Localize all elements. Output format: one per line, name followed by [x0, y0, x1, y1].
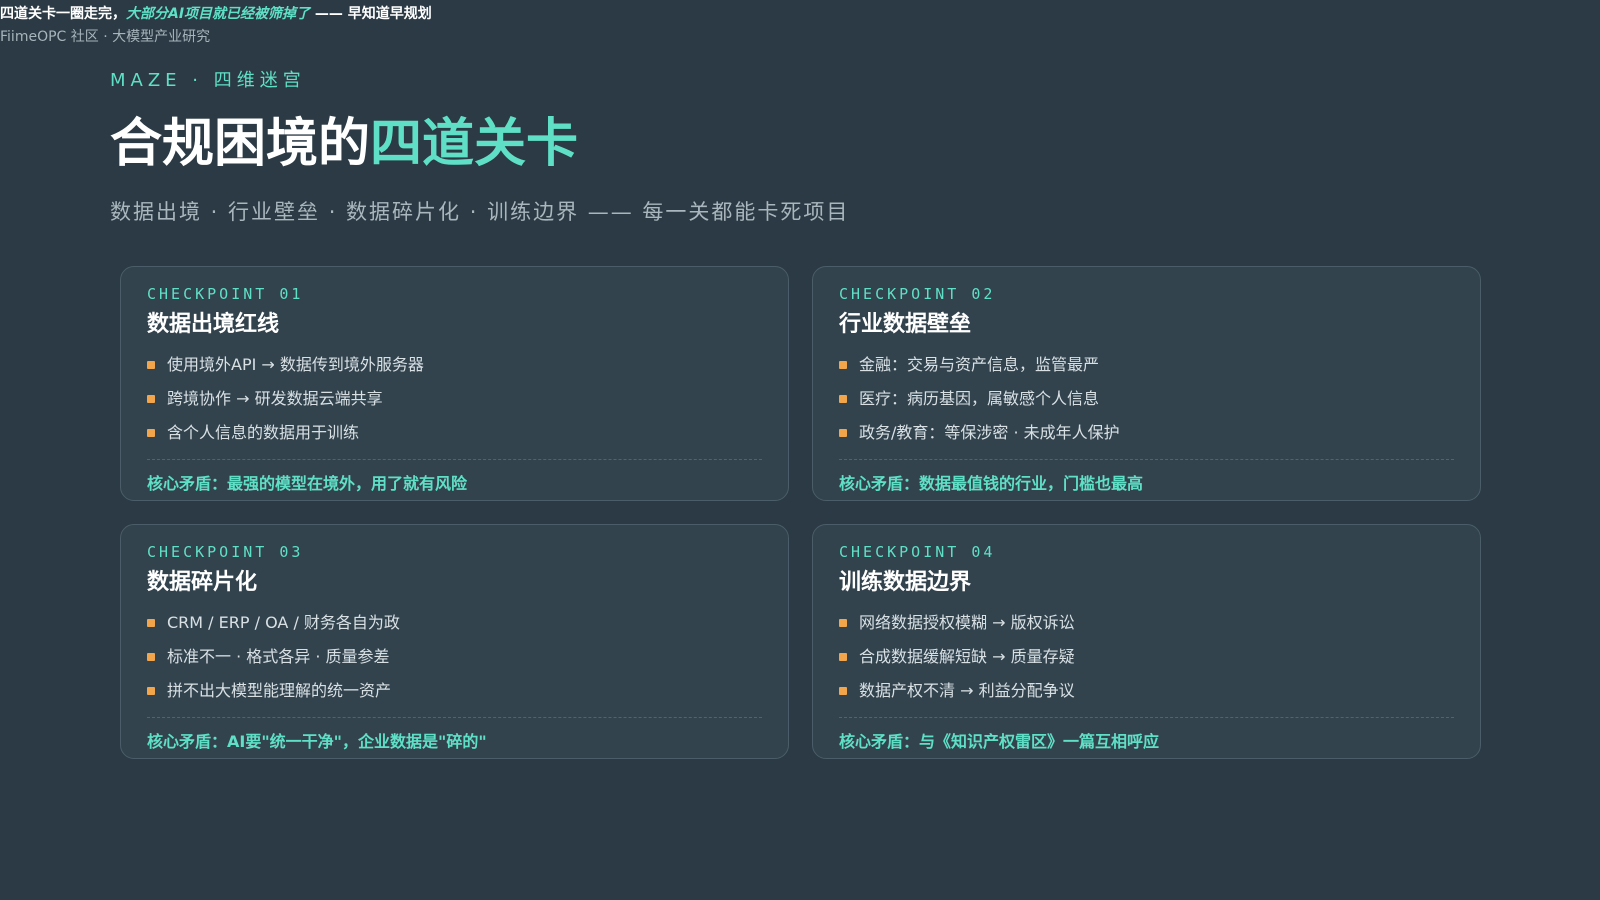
- top-caption: 四道关卡一圈走完，大部分AI项目就已经被筛掉了 —— 早知道早规划: [0, 4, 432, 24]
- checkpoint-card-03: CHECKPOINT 03 数据碎片化 CRM / ERP / OA / 财务各…: [120, 524, 789, 759]
- list-item: 标准不一 · 格式各异 · 质量参差: [147, 640, 762, 674]
- bullet-text: 拼不出大模型能理解的统一资产: [167, 681, 392, 700]
- bullet-marker-icon: [147, 361, 155, 369]
- bullet-marker-icon: [839, 653, 847, 661]
- card-title: 数据碎片化: [147, 570, 258, 595]
- bullet-list: 使用境外API → 数据传到境外服务器 跨境协作 → 研发数据云端共享 含个人信…: [147, 348, 762, 450]
- dashed-divider: [839, 459, 1454, 460]
- core-conflict: 核心矛盾：与《知识产权雷区》一篇互相呼应: [839, 732, 1160, 751]
- bullet-marker-icon: [839, 619, 847, 627]
- bullet-marker-icon: [839, 429, 847, 437]
- checkpoint-label: CHECKPOINT 04: [839, 543, 996, 561]
- bullet-text: 数据产权不清 → 利益分配争议: [859, 681, 1075, 700]
- card-title: 训练数据边界: [839, 570, 972, 595]
- checkpoint-label: CHECKPOINT 03: [147, 543, 304, 561]
- list-item: 数据产权不清 → 利益分配争议: [839, 674, 1454, 708]
- top-caption-lead: 四道关卡一圈走完，: [0, 6, 126, 22]
- bullet-text: 跨境协作 → 研发数据云端共享: [167, 389, 383, 408]
- checkpoint-card-02: CHECKPOINT 02 行业数据壁垒 金融：交易与资产信息，监管最严 医疗：…: [812, 266, 1481, 501]
- checkpoint-card-04: CHECKPOINT 04 训练数据边界 网络数据授权模糊 → 版权诉讼 合成数…: [812, 524, 1481, 759]
- list-item: 金融：交易与资产信息，监管最严: [839, 348, 1454, 382]
- checkpoint-card-01: CHECKPOINT 01 数据出境红线 使用境外API → 数据传到境外服务器…: [120, 266, 789, 501]
- bullet-text: CRM / ERP / OA / 财务各自为政: [167, 613, 400, 632]
- core-conflict: 核心矛盾：数据最值钱的行业，门槛也最高: [839, 474, 1144, 493]
- list-item: CRM / ERP / OA / 财务各自为政: [147, 606, 762, 640]
- list-item: 合成数据缓解短缺 → 质量存疑: [839, 640, 1454, 674]
- bullet-marker-icon: [839, 395, 847, 403]
- bullet-text: 合成数据缓解短缺 → 质量存疑: [859, 647, 1075, 666]
- bullet-marker-icon: [147, 687, 155, 695]
- bullet-text: 标准不一 · 格式各异 · 质量参差: [167, 647, 390, 666]
- top-caption-tail: —— 早知道早规划: [310, 6, 432, 22]
- bullet-text: 网络数据授权模糊 → 版权诉讼: [859, 613, 1075, 632]
- list-item: 政务/教育：等保涉密 · 未成年人保护: [839, 416, 1454, 450]
- bullet-list: 网络数据授权模糊 → 版权诉讼 合成数据缓解短缺 → 质量存疑 数据产权不清 →…: [839, 606, 1454, 708]
- dashed-divider: [147, 459, 762, 460]
- bullet-marker-icon: [147, 395, 155, 403]
- page-title: 合规困境的四道关卡: [110, 112, 578, 176]
- list-item: 使用境外API → 数据传到境外服务器: [147, 348, 762, 382]
- card-title: 行业数据壁垒: [839, 312, 972, 337]
- list-item: 拼不出大模型能理解的统一资产: [147, 674, 762, 708]
- bullet-list: CRM / ERP / OA / 财务各自为政 标准不一 · 格式各异 · 质量…: [147, 606, 762, 708]
- core-conflict: 核心矛盾：最强的模型在境外，用了就有风险: [147, 474, 468, 493]
- eyebrow-label: MAZE · 四维迷宫: [110, 70, 306, 91]
- checkpoint-grid: CHECKPOINT 01 数据出境红线 使用境外API → 数据传到境外服务器…: [120, 266, 1481, 759]
- bullet-marker-icon: [839, 361, 847, 369]
- core-conflict: 核心矛盾：AI要"统一干净"，企业数据是"碎的": [147, 732, 487, 751]
- bullet-text: 医疗：病历基因，属敏感个人信息: [859, 389, 1100, 408]
- bullet-marker-icon: [147, 619, 155, 627]
- source-line: FiimeOPC 社区 · 大模型产业研究: [0, 29, 211, 45]
- dashed-divider: [839, 717, 1454, 718]
- bullet-text: 使用境外API → 数据传到境外服务器: [167, 355, 424, 374]
- list-item: 含个人信息的数据用于训练: [147, 416, 762, 450]
- bullet-marker-icon: [147, 429, 155, 437]
- page-subtitle: 数据出境 · 行业壁垒 · 数据碎片化 · 训练边界 —— 每一关都能卡死项目: [110, 200, 850, 224]
- dashed-divider: [147, 717, 762, 718]
- bullet-text: 政务/教育：等保涉密 · 未成年人保护: [859, 423, 1120, 442]
- list-item: 医疗：病历基因，属敏感个人信息: [839, 382, 1454, 416]
- card-title: 数据出境红线: [147, 312, 280, 337]
- top-caption-highlight: 大部分AI项目就已经被筛掉了: [126, 6, 311, 22]
- list-item: 网络数据授权模糊 → 版权诉讼: [839, 606, 1454, 640]
- checkpoint-label: CHECKPOINT 02: [839, 285, 996, 303]
- bullet-text: 含个人信息的数据用于训练: [167, 423, 360, 442]
- page-title-highlight: 四道关卡: [370, 114, 579, 174]
- bullet-marker-icon: [839, 687, 847, 695]
- bullet-text: 金融：交易与资产信息，监管最严: [859, 355, 1100, 374]
- page-title-main: 合规困境的: [110, 114, 371, 174]
- bullet-marker-icon: [147, 653, 155, 661]
- checkpoint-label: CHECKPOINT 01: [147, 285, 304, 303]
- list-item: 跨境协作 → 研发数据云端共享: [147, 382, 762, 416]
- bullet-list: 金融：交易与资产信息，监管最严 医疗：病历基因，属敏感个人信息 政务/教育：等保…: [839, 348, 1454, 450]
